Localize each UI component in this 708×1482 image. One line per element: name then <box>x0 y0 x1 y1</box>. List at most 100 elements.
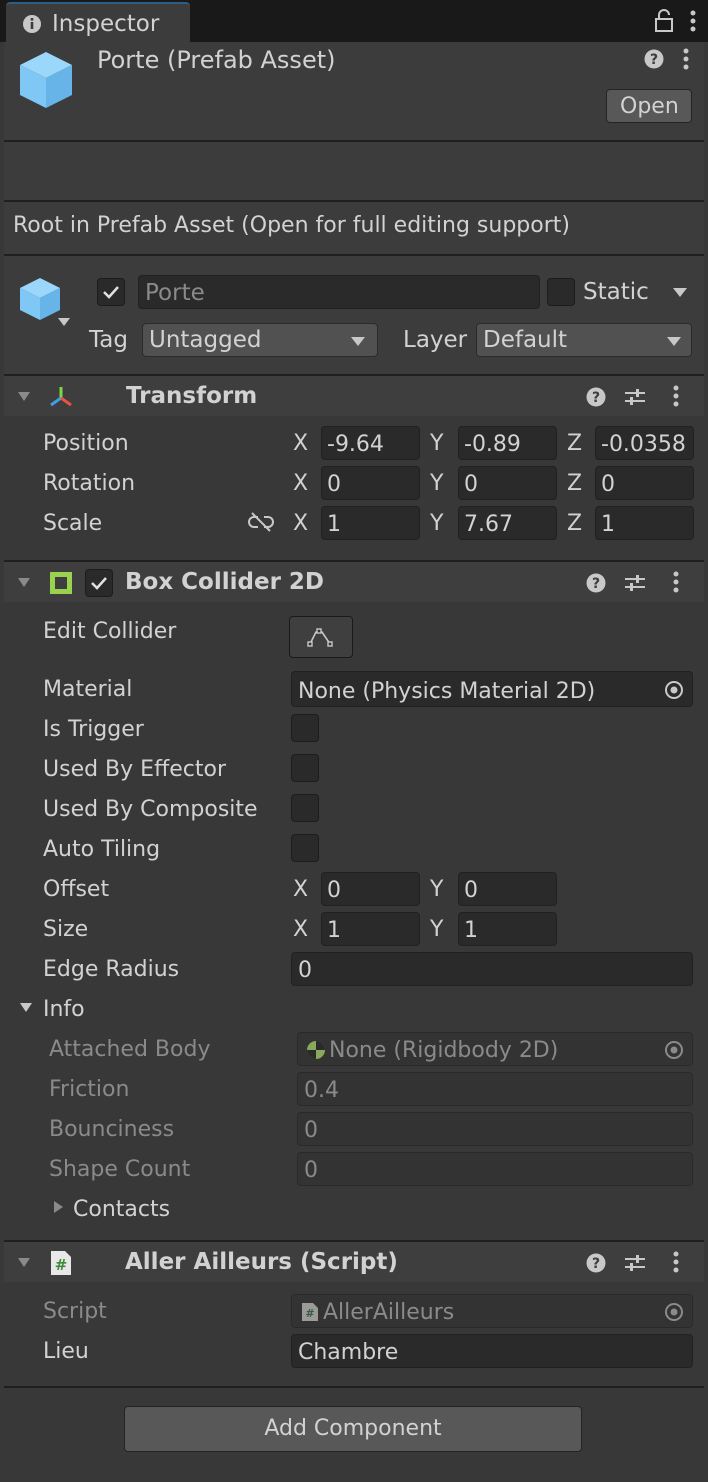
info-foldout-label[interactable]: Info <box>43 999 85 1021</box>
gameobject-name-input[interactable]: Porte <box>138 275 540 309</box>
scale-y-input[interactable]: 7.67 <box>458 506 557 540</box>
lieu-value: Chambre <box>298 1340 399 1365</box>
rotation-x-input[interactable]: 0 <box>321 466 420 500</box>
gameobject-header: Porte Static Tag Untagged Layer Default <box>4 256 704 374</box>
add-component-area: Add Component <box>4 1386 704 1482</box>
axis-x-label: X <box>293 511 309 536</box>
layer-dropdown[interactable]: Default <box>476 323 692 357</box>
axis-z-label: Z <box>567 471 583 496</box>
info-icon <box>23 15 41 33</box>
open-prefab-button[interactable]: Open <box>606 89 692 123</box>
size-y-input[interactable]: 1 <box>458 912 557 946</box>
help-icon[interactable]: ? <box>586 387 606 407</box>
box-collider-header[interactable]: Box Collider 2D ? <box>4 560 704 602</box>
axis-y-label: Y <box>430 877 444 902</box>
offset-label: Offset <box>43 877 110 902</box>
used-by-effector-label: Used By Effector <box>43 757 226 782</box>
axis-x-label: X <box>293 471 309 496</box>
position-z-input[interactable]: -0.0358 <box>595 426 694 460</box>
box-collider-icon <box>50 572 72 594</box>
used-by-composite-checkbox[interactable] <box>291 794 319 822</box>
is-trigger-checkbox[interactable] <box>291 714 319 742</box>
object-picker-icon <box>665 1041 683 1059</box>
foldout-arrow-icon[interactable] <box>19 1002 33 1013</box>
used-by-effector-checkbox[interactable] <box>291 754 319 782</box>
dropdown-arrow-icon <box>351 337 365 346</box>
tag-dropdown[interactable]: Untagged <box>142 323 378 357</box>
prefab-title: Porte (Prefab Asset) <box>97 46 336 74</box>
contacts-foldout-label[interactable]: Contacts <box>73 1199 170 1221</box>
rotation-y-input[interactable]: 0 <box>458 466 557 500</box>
help-icon[interactable]: ? <box>586 573 606 593</box>
tab-bar: Inspector <box>0 0 708 42</box>
lieu-input[interactable]: Chambre <box>291 1334 693 1368</box>
preset-sliders-icon[interactable] <box>624 387 646 407</box>
edit-collider-button[interactable] <box>289 616 353 658</box>
scale-label: Scale <box>43 511 103 536</box>
scale-x-input[interactable]: 1 <box>321 506 420 540</box>
transform-body: Position X -9.64 Y -0.89 Z -0.0358 Rotat… <box>4 416 704 560</box>
constrain-proportions-icon[interactable] <box>248 512 274 532</box>
foldout-arrow-icon[interactable] <box>17 1257 31 1268</box>
object-picker-icon[interactable] <box>664 680 684 700</box>
used-by-composite-label: Used By Composite <box>43 797 258 822</box>
foldout-arrow-icon[interactable] <box>17 391 31 402</box>
open-button-label: Open <box>620 94 679 119</box>
foldout-arrow-icon[interactable] <box>17 577 31 588</box>
script-header[interactable]: # Aller Ailleurs (Script) ? <box>4 1240 704 1282</box>
help-icon[interactable]: ? <box>586 1253 606 1273</box>
bounciness-field: 0 <box>297 1112 693 1146</box>
inspector-window: Inspector Porte (Prefab Asset) ? Open Ro… <box>0 0 708 1482</box>
dropdown-arrow-icon <box>667 337 681 346</box>
prefab-info-bar: Root in Prefab Asset (Open for full edit… <box>4 202 704 254</box>
transform-axes-icon <box>50 387 72 407</box>
edge-radius-input[interactable]: 0 <box>291 952 693 986</box>
dropdown-arrow-icon[interactable] <box>57 317 71 327</box>
prefab-cube-icon[interactable] <box>18 276 62 322</box>
attached-body-value: None (Rigidbody 2D) <box>329 1038 559 1063</box>
kebab-menu-icon[interactable] <box>671 385 681 409</box>
auto-tiling-checkbox[interactable] <box>291 834 319 862</box>
kebab-menu-icon[interactable] <box>671 1251 681 1275</box>
transform-header[interactable]: Transform ? <box>4 374 704 416</box>
tab-inspector[interactable]: Inspector <box>6 2 190 42</box>
static-checkbox[interactable] <box>547 278 575 306</box>
axis-y-label: Y <box>430 431 444 456</box>
position-x-input[interactable]: -9.64 <box>321 426 420 460</box>
box-collider-enabled-checkbox[interactable] <box>85 569 113 597</box>
preset-sliders-icon[interactable] <box>624 573 646 593</box>
axis-y-label: Y <box>430 917 444 942</box>
size-x-input[interactable]: 1 <box>321 912 420 946</box>
checkmark-icon <box>91 577 107 590</box>
prefab-header: Porte (Prefab Asset) ? Open <box>4 42 704 142</box>
script-value: AllerAilleurs <box>323 1300 455 1325</box>
tag-value: Untagged <box>149 327 262 353</box>
active-checkbox[interactable] <box>97 278 125 306</box>
svg-text:?: ? <box>592 576 600 592</box>
kebab-menu-icon[interactable] <box>681 48 691 72</box>
rotation-z-input[interactable]: 0 <box>595 466 694 500</box>
scale-z-input[interactable]: 1 <box>595 506 694 540</box>
shape-count-field: 0 <box>297 1152 693 1186</box>
layer-value: Default <box>483 327 568 353</box>
box-collider-title: Box Collider 2D <box>125 569 325 595</box>
foldout-arrow-icon[interactable] <box>53 1200 64 1214</box>
material-object-field[interactable]: None (Physics Material 2D) <box>291 671 693 707</box>
friction-field: 0.4 <box>297 1072 693 1106</box>
rotation-label: Rotation <box>43 471 136 496</box>
dropdown-arrow-icon[interactable] <box>672 287 688 298</box>
axis-z-label: Z <box>567 431 583 456</box>
friction-label: Friction <box>49 1077 130 1102</box>
kebab-menu-icon[interactable] <box>671 571 681 595</box>
preset-sliders-icon[interactable] <box>624 1253 646 1273</box>
script-field-label: Script <box>43 1299 107 1324</box>
prefab-cube-icon <box>20 52 72 108</box>
checkmark-icon <box>103 286 119 299</box>
position-y-input[interactable]: -0.89 <box>458 426 557 460</box>
offset-x-input[interactable]: 0 <box>321 872 420 906</box>
lock-icon[interactable] <box>653 9 675 33</box>
help-icon[interactable]: ? <box>644 49 664 69</box>
offset-y-input[interactable]: 0 <box>458 872 557 906</box>
kebab-menu-icon[interactable] <box>688 10 698 34</box>
add-component-button[interactable]: Add Component <box>124 1406 582 1452</box>
